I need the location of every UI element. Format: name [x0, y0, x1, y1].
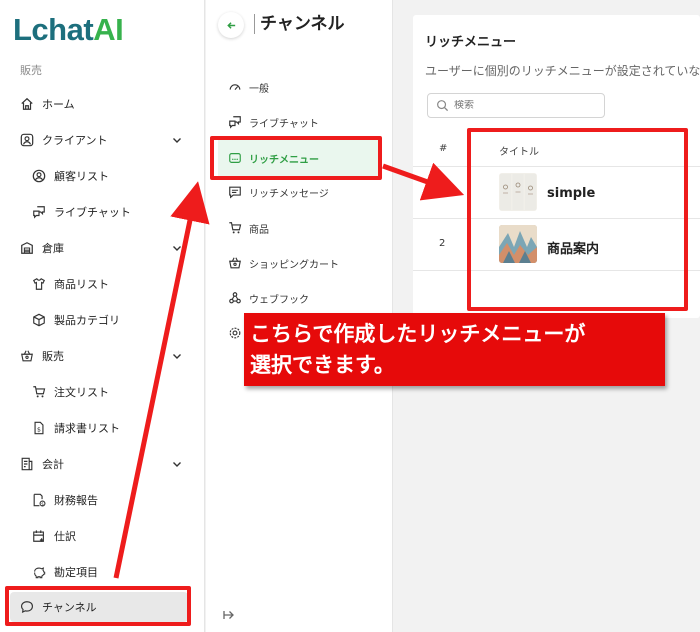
sidebar-item-product-category[interactable]: 製品カテゴリ [32, 308, 182, 332]
search-box[interactable] [427, 93, 605, 118]
sidebar-item-invoice-list[interactable]: $ 請求書リスト [32, 416, 182, 440]
basket-icon [20, 349, 34, 363]
chat-bubbles-icon [32, 205, 46, 219]
app-logo[interactable]: LchatAI [13, 12, 124, 48]
column-header-number: # [439, 143, 448, 154]
sidebar-item-warehouse[interactable]: 倉庫 [20, 236, 185, 260]
cart-icon [228, 221, 242, 235]
channel-menu-general[interactable]: 一般 [228, 76, 269, 98]
gauge-icon [228, 80, 242, 94]
highlight-rich-menu-item [210, 136, 382, 180]
channel-menu-live-chat[interactable]: ライブチャット [228, 111, 319, 133]
piggy-bank-icon [32, 565, 46, 579]
financial-report-icon: $ [32, 493, 46, 507]
sidebar-item-home[interactable]: ホーム [20, 92, 185, 116]
chevron-down-icon[interactable] [171, 242, 183, 254]
message-icon [228, 185, 242, 199]
sidebar-item-journal[interactable]: 仕訳 [32, 524, 182, 548]
box-icon [32, 313, 46, 327]
calendar-icon [32, 529, 46, 543]
sidebar: LchatAI 販売 ホーム クライアント 顧客リスト ライブチャット 倉庫 商… [0, 0, 205, 632]
highlight-rich-menu-list [467, 128, 688, 311]
chevron-down-icon[interactable] [171, 350, 183, 362]
sidebar-item-order-list[interactable]: 注文リスト [32, 380, 182, 404]
channel-menu-products[interactable]: 商品 [228, 217, 269, 239]
report-icon [20, 457, 34, 471]
sidebar-item-customer-list[interactable]: 顧客リスト [32, 164, 182, 188]
channel-menu-webhook[interactable]: ウェブフック [228, 287, 309, 309]
sidebar-item-live-chat[interactable]: ライブチャット [32, 200, 182, 224]
basket-icon [228, 256, 242, 270]
home-icon [20, 97, 34, 111]
search-icon [436, 99, 449, 112]
annotation-line-2: 選択できます。 [250, 353, 395, 377]
channel-menu-rich-message[interactable]: リッチメッセージ [228, 181, 329, 203]
annotation-line-1: こちらで作成したリッチメニューが [250, 322, 586, 346]
shirt-icon [32, 277, 46, 291]
sidebar-item-client[interactable]: クライアント [20, 128, 185, 152]
sidebar-item-financial-report[interactable]: $ 財務報告 [32, 488, 182, 512]
svg-text:$: $ [41, 501, 44, 507]
section-label: 販売 [20, 64, 42, 77]
webhook-icon [228, 291, 242, 305]
annotation-callout: こちらで作成したリッチメニューが 選択できます。 [244, 313, 665, 386]
search-input[interactable] [454, 100, 594, 111]
card-title: リッチメニュー [425, 35, 517, 50]
highlight-channel-item [5, 586, 191, 626]
chevron-down-icon[interactable] [171, 134, 183, 146]
warehouse-icon [20, 241, 34, 255]
row-number: 2 [439, 238, 446, 249]
panel-title: チャンネル [254, 14, 345, 34]
chat-bubbles-icon [228, 115, 242, 129]
sidebar-item-account-items[interactable]: 勘定項目 [32, 560, 182, 584]
user-circle-icon [32, 169, 46, 183]
collapse-sidebar-icon[interactable] [222, 608, 236, 622]
svg-text:$: $ [37, 427, 41, 434]
channel-menu-shopping-cart[interactable]: ショッピングカート [228, 252, 339, 274]
cart-icon [32, 385, 46, 399]
sidebar-item-product-list[interactable]: 商品リスト [32, 272, 182, 296]
back-button[interactable] [218, 12, 244, 38]
gear-icon [228, 326, 242, 340]
sidebar-item-accounting[interactable]: 会計 [20, 452, 185, 476]
chevron-down-icon[interactable] [171, 458, 183, 470]
invoice-icon: $ [32, 421, 46, 435]
sidebar-item-sales[interactable]: 販売 [20, 344, 185, 368]
user-circle-icon [20, 133, 34, 147]
arrow-left-icon [226, 21, 235, 29]
card-description: ユーザーに個別のリッチメニューが設定されていない [425, 64, 700, 78]
